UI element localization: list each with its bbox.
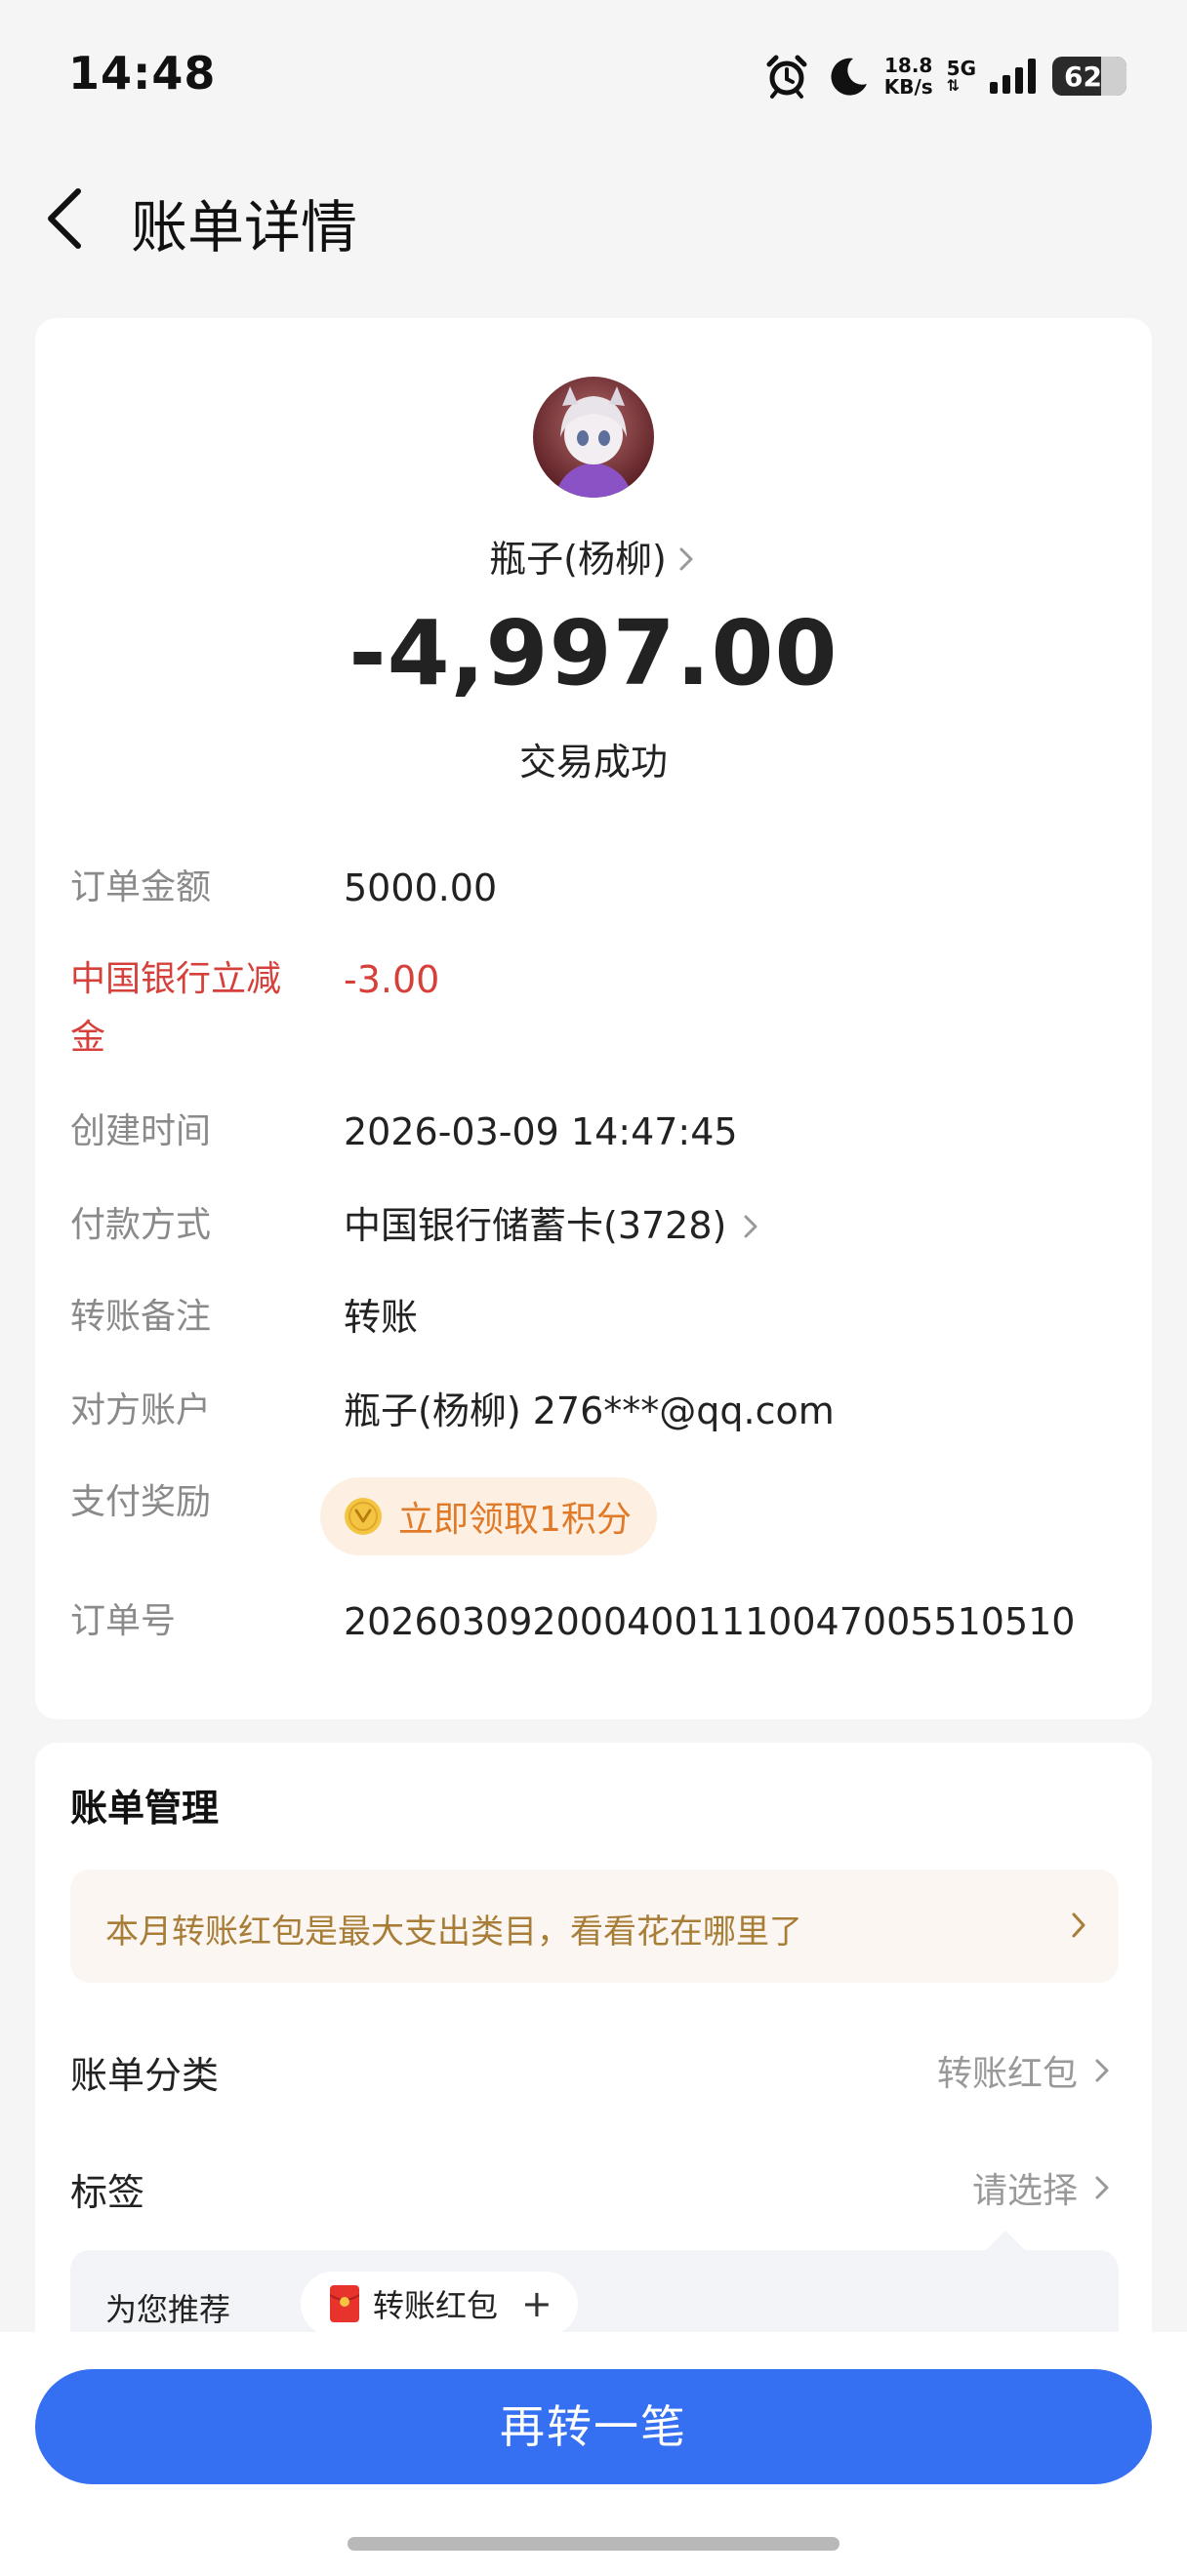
bottom-action-bar: 再转一笔 bbox=[0, 2332, 1187, 2576]
battery-level: 62 bbox=[1064, 60, 1102, 93]
discount-label-line1: 中国银行立减 bbox=[70, 959, 282, 999]
recommended-tag-label: 转账红包 bbox=[373, 2287, 499, 2324]
home-indicator[interactable] bbox=[348, 2537, 839, 2551]
reward-label: 支付奖励 bbox=[70, 1482, 212, 1522]
section-title: 账单管理 bbox=[70, 1787, 220, 1830]
discount-label: 中国银行立减 金 bbox=[70, 950, 334, 1067]
payment-method-link[interactable]: 中国银行储蓄卡(3728) bbox=[344, 1196, 761, 1255]
battery-empty-segment bbox=[1101, 57, 1126, 96]
chevron-right-icon bbox=[679, 547, 693, 571]
payee-link[interactable]: 瓶子(杨柳) bbox=[35, 529, 1152, 583]
tag-selector[interactable]: 请选择 bbox=[972, 2162, 1113, 2213]
red-envelope-icon bbox=[330, 2285, 359, 2322]
discount-label-line2: 金 bbox=[70, 1018, 106, 1058]
memo-label: 转账备注 bbox=[70, 1297, 212, 1337]
memo-value: 转账 bbox=[344, 1296, 419, 1339]
status-time: 14:48 bbox=[68, 47, 217, 100]
back-arrow-icon[interactable] bbox=[37, 183, 96, 254]
chevron-right-icon bbox=[744, 1215, 757, 1238]
recommend-pointer bbox=[984, 2231, 1027, 2252]
network-speed: 18.8 KB/s bbox=[884, 55, 933, 98]
transaction-card: 瓶子(杨柳) -4,997.00 交易成功 订单金额 5000.00 中国银行立… bbox=[35, 318, 1152, 1719]
payee-name: 瓶子(杨柳) bbox=[489, 538, 667, 581]
chevron-right-icon bbox=[1095, 2176, 1109, 2199]
claim-reward-button[interactable]: 立即领取1积分 bbox=[320, 1477, 657, 1555]
category-selector[interactable]: 转账红包 bbox=[937, 2045, 1113, 2096]
alarm-icon bbox=[766, 55, 807, 99]
moon-icon bbox=[831, 58, 867, 96]
payment-method-label: 付款方式 bbox=[70, 1205, 212, 1245]
insight-text: 本月转账红包是最大支出类目，看看花在哪里了 bbox=[105, 1912, 802, 1952]
status-indicators: 18.8 KB/s 5G ⇅ 62 bbox=[763, 51, 1126, 101]
nav-header: 账单详情 bbox=[0, 166, 1187, 273]
bill-detail-screen: 14:48 18.8 KB/s 5G ⇅ 62 账单详情 瓶子(杨柳) -4,9… bbox=[0, 0, 1187, 2576]
order-amount-label: 订单金额 bbox=[70, 867, 212, 907]
battery-icon: 62 bbox=[1052, 57, 1126, 96]
recommend-label: 为您推荐 bbox=[105, 2291, 231, 2328]
counterparty-label: 对方账户 bbox=[70, 1390, 212, 1430]
signal-icon bbox=[990, 59, 1036, 94]
tag-label: 标签 bbox=[70, 2171, 145, 2214]
category-value: 转账红包 bbox=[936, 2054, 1078, 2094]
data-arrows-icon: ⇅ bbox=[946, 76, 961, 95]
claim-reward-label: 立即领取1积分 bbox=[398, 1500, 632, 1540]
spending-insight-banner[interactable]: 本月转账红包是最大支出类目，看看花在哪里了 bbox=[70, 1870, 1119, 1983]
network-speed-value: 18.8 bbox=[884, 54, 933, 77]
status-bar: 14:48 18.8 KB/s 5G ⇅ 62 bbox=[0, 0, 1187, 146]
order-number-label: 订单号 bbox=[70, 1601, 177, 1641]
transaction-amount: -4,997.00 bbox=[348, 601, 839, 705]
counterparty-value: 瓶子(杨柳) 276***@qq.com bbox=[344, 1389, 835, 1432]
transaction-status: 交易成功 bbox=[518, 741, 668, 784]
transfer-again-button[interactable]: 再转一笔 bbox=[35, 2369, 1152, 2484]
tag-value: 请选择 bbox=[971, 2171, 1078, 2211]
recommended-tag-chip[interactable]: 转账红包 + bbox=[301, 2272, 578, 2336]
network-speed-unit: KB/s bbox=[883, 75, 933, 99]
add-tag-icon: + bbox=[521, 2282, 553, 2325]
created-time-label: 创建时间 bbox=[70, 1111, 212, 1151]
created-time-value: 2026-03-09 14:47:45 bbox=[344, 1110, 738, 1153]
chevron-right-icon bbox=[1095, 2059, 1109, 2082]
category-label: 账单分类 bbox=[70, 2054, 220, 2097]
order-number-value: 2026030920004001110047005510510 bbox=[344, 1600, 1076, 1643]
avatar[interactable] bbox=[533, 377, 654, 498]
avatar-image bbox=[533, 377, 654, 498]
discount-value: -3.00 bbox=[344, 958, 440, 1001]
network-type: 5G ⇅ bbox=[947, 59, 976, 94]
network-type-label: 5G bbox=[946, 57, 976, 80]
page-title: 账单详情 bbox=[131, 194, 358, 261]
order-amount-value: 5000.00 bbox=[344, 866, 498, 909]
payment-method-value: 中国银行储蓄卡(3728) bbox=[344, 1204, 727, 1247]
coin-icon bbox=[345, 1498, 382, 1535]
chevron-right-icon bbox=[1072, 1912, 1085, 1938]
